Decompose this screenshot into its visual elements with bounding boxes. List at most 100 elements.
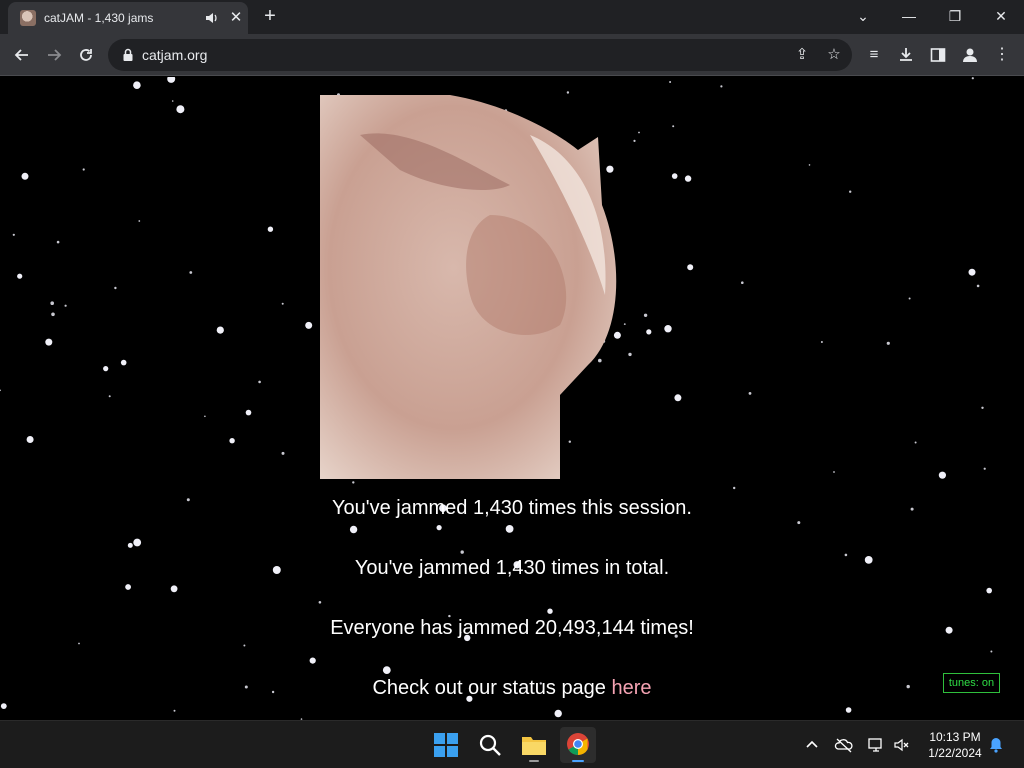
snowflake xyxy=(114,286,117,290)
snowflake xyxy=(833,471,835,473)
share-icon[interactable]: ⇪ xyxy=(792,45,812,65)
new-tab-button[interactable]: + xyxy=(258,5,282,29)
snowflake xyxy=(684,175,692,182)
snowflake xyxy=(436,525,442,531)
notification-bell-icon[interactable] xyxy=(986,735,1006,755)
snowflake xyxy=(133,538,142,547)
snowflake xyxy=(170,585,178,593)
snowflake xyxy=(349,525,358,534)
close-tab-icon[interactable]: ✕ xyxy=(228,10,244,26)
snowflake xyxy=(51,312,55,317)
snowflake xyxy=(56,240,60,244)
taskbar: 10:13 PM 1/22/2024 xyxy=(0,720,1024,768)
browser-toolbar: catjam.org ⇪ ☆ ≡ ⋮ xyxy=(0,34,1024,76)
network-icon[interactable] xyxy=(866,735,886,755)
snowflake xyxy=(674,394,682,402)
snowflake xyxy=(628,352,632,357)
status-page-link[interactable]: here xyxy=(612,677,652,699)
onedrive-icon[interactable] xyxy=(834,735,854,755)
search-icon[interactable] xyxy=(472,727,508,763)
session-jam-count: You've jammed 1,430 times this session. xyxy=(332,497,692,519)
chrome-icon[interactable] xyxy=(560,727,596,763)
snowflake xyxy=(120,359,127,366)
catjam-page: You've jammed 1,430 times this session. … xyxy=(0,77,1024,720)
snowflake xyxy=(820,341,823,343)
clock-date: 1/22/2024 xyxy=(928,746,982,760)
snowflake xyxy=(547,608,553,614)
snowflake xyxy=(21,172,29,180)
show-hidden-icons-chevron-icon[interactable] xyxy=(802,735,822,755)
tab-search-icon[interactable]: ⌄ xyxy=(840,2,886,30)
snowflake xyxy=(26,436,34,443)
snowflake xyxy=(108,395,111,398)
lock-icon[interactable] xyxy=(120,47,136,63)
snowflake xyxy=(849,190,852,193)
browser-tab-strip: catJAM - 1,430 jams ✕ + ⌄ — ❐ ✕ xyxy=(0,0,1024,34)
profile-icon[interactable] xyxy=(956,41,984,69)
snowflake xyxy=(633,139,636,142)
forward-button[interactable] xyxy=(40,41,68,69)
snowflake xyxy=(245,409,252,416)
snowflake xyxy=(983,467,986,470)
windows-start-icon[interactable] xyxy=(428,727,464,763)
snowflake xyxy=(671,173,678,179)
address-bar[interactable]: catjam.org ⇪ ☆ xyxy=(108,39,852,71)
speaker-icon[interactable] xyxy=(204,10,220,26)
snowflake xyxy=(0,703,7,709)
snowflake xyxy=(971,77,974,80)
close-window-button[interactable]: ✕ xyxy=(978,2,1024,30)
system-clock[interactable]: 10:13 PM 1/22/2024 xyxy=(918,729,992,761)
snowflake xyxy=(103,366,109,372)
snowflake xyxy=(741,281,744,284)
media-control-icon[interactable]: ≡ xyxy=(860,41,888,69)
reload-button[interactable] xyxy=(72,41,100,69)
snowflake xyxy=(216,326,224,334)
back-button[interactable] xyxy=(8,41,36,69)
snowflake xyxy=(845,707,852,713)
snowflake xyxy=(844,553,848,557)
snowflake xyxy=(938,471,947,479)
bookmark-star-icon[interactable]: ☆ xyxy=(824,45,844,65)
snowflake xyxy=(908,297,911,300)
snowflake xyxy=(720,85,723,88)
total-jam-count: You've jammed 1,430 times in total. xyxy=(354,557,670,579)
snowflake xyxy=(50,301,54,305)
snowflake xyxy=(672,125,675,128)
side-panel-icon[interactable] xyxy=(924,41,952,69)
snowflake xyxy=(258,380,261,384)
snowflake xyxy=(748,392,752,395)
snowflake xyxy=(171,100,174,102)
snowflake xyxy=(976,284,980,288)
snowflake xyxy=(243,644,246,647)
tab-title: catJAM - 1,430 jams xyxy=(44,11,154,25)
download-icon[interactable] xyxy=(892,41,920,69)
snowflake xyxy=(797,521,801,525)
tunes-toggle[interactable]: tunes: on xyxy=(943,673,1000,693)
snowflake xyxy=(305,321,313,329)
volume-muted-icon[interactable] xyxy=(892,735,912,755)
snowflake xyxy=(352,481,355,484)
snowflake xyxy=(990,650,993,653)
snowflake xyxy=(267,226,274,232)
snowflake xyxy=(646,329,652,335)
minimize-button[interactable]: — xyxy=(886,2,932,30)
snowflake xyxy=(687,264,694,271)
status-page-line: Check out our status page here xyxy=(0,677,1024,700)
snowflake xyxy=(176,105,185,114)
snowflake xyxy=(986,587,992,594)
snowflake xyxy=(664,325,672,333)
menu-icon[interactable]: ⋮ xyxy=(988,41,1016,69)
snowflake xyxy=(808,164,811,166)
cat-favicon-icon xyxy=(20,10,36,26)
snowflake xyxy=(204,415,206,418)
snowflake xyxy=(382,666,391,674)
browser-tab[interactable]: catJAM - 1,430 jams ✕ xyxy=(8,2,248,34)
snowflake xyxy=(17,273,23,279)
file-explorer-icon[interactable] xyxy=(516,727,552,763)
snowflake xyxy=(45,338,53,346)
restore-button[interactable]: ❐ xyxy=(932,2,978,30)
snowflake xyxy=(64,304,67,307)
snowflake xyxy=(173,709,176,712)
snowflake xyxy=(505,525,514,533)
snowflake xyxy=(189,271,193,274)
